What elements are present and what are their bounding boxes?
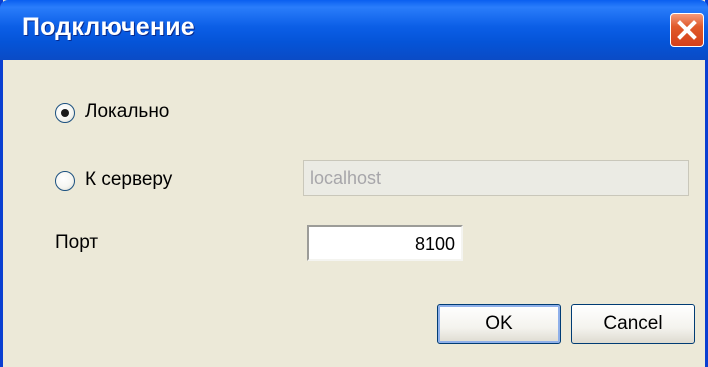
close-button[interactable]: [670, 13, 704, 47]
connection-dialog: Подключение Локально К серверу localhost…: [0, 0, 708, 367]
close-icon: [677, 20, 697, 40]
server-radio[interactable]: [55, 171, 75, 191]
title-bar[interactable]: Подключение: [0, 0, 708, 60]
server-radio-label[interactable]: К серверу: [85, 169, 172, 191]
port-label: Порт: [55, 232, 99, 253]
cancel-button[interactable]: Cancel: [571, 304, 695, 344]
radio-selected-dot: [61, 109, 69, 117]
ok-button[interactable]: OK: [437, 304, 561, 344]
server-address-input[interactable]: localhost: [303, 160, 689, 196]
window-title: Подключение: [22, 13, 195, 41]
port-input[interactable]: 8100: [307, 225, 463, 261]
local-radio-label[interactable]: Локально: [85, 101, 169, 123]
local-radio[interactable]: [55, 103, 75, 123]
